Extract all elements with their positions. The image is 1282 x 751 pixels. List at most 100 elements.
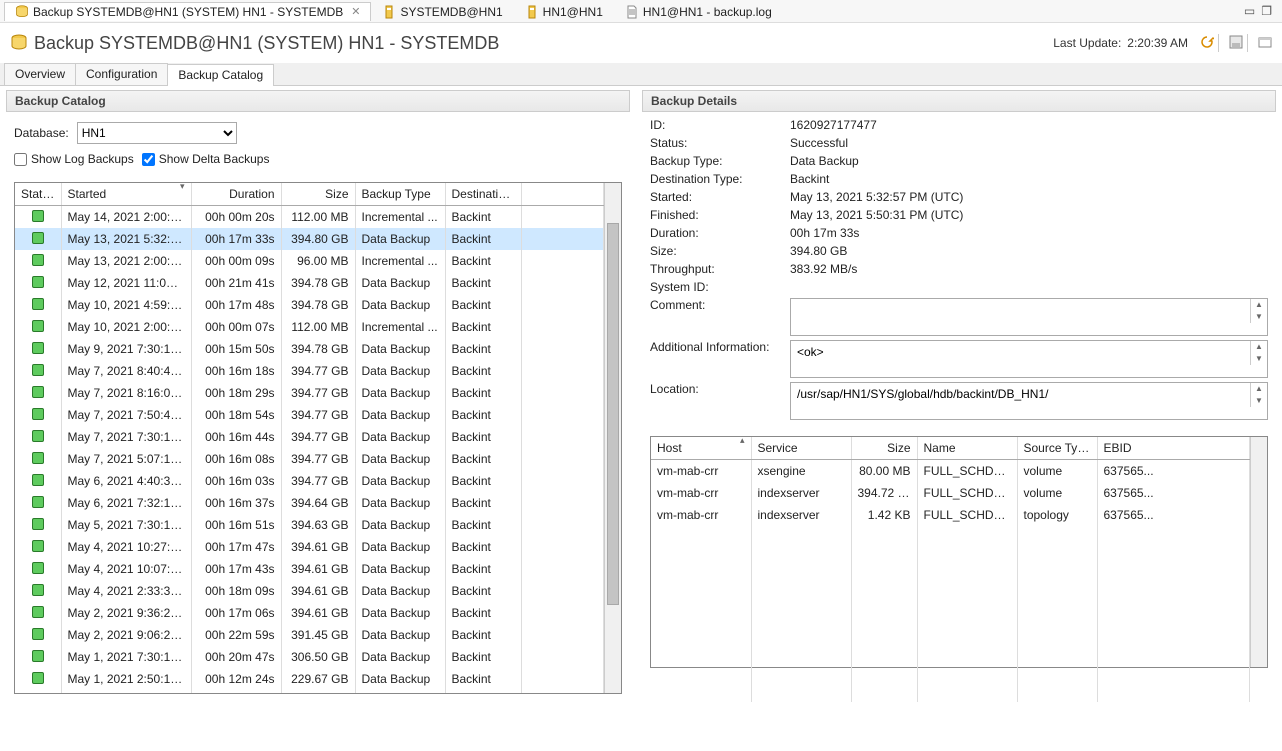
- backup-catalog-header: Backup Catalog: [6, 90, 630, 112]
- status-success-icon: [32, 628, 44, 640]
- show-log-backups-checkbox[interactable]: Show Log Backups: [14, 152, 134, 166]
- col-header[interactable]: Backup Type: [355, 183, 445, 206]
- editor-tab[interactable]: SYSTEMDB@HN1: [371, 2, 513, 21]
- table-row[interactable]: May 4, 2021 10:07:13...00h 17m 43s394.61…: [15, 558, 604, 580]
- size-label: Size:: [650, 244, 780, 258]
- status-success-icon: [32, 232, 44, 244]
- col-header[interactable]: EBID: [1097, 437, 1250, 460]
- table-row[interactable]: May 13, 2021 5:32:57...00h 17m 33s394.80…: [15, 228, 604, 250]
- status-success-icon: [32, 408, 44, 420]
- editor-tab-label: HN1@HN1: [543, 5, 603, 19]
- col-header[interactable]: Started▾: [61, 183, 191, 206]
- table-row[interactable]: May 10, 2021 2:00:14...00h 00m 07s112.00…: [15, 316, 604, 338]
- table-row[interactable]: May 13, 2021 2:00:13...00h 00m 09s96.00 …: [15, 250, 604, 272]
- table-row[interactable]: May 5, 2021 7:30:13 ...00h 16m 51s394.63…: [15, 514, 604, 536]
- table-row[interactable]: May 10, 2021 4:59:10...00h 17m 48s394.78…: [15, 294, 604, 316]
- table-row[interactable]: May 2, 2021 9:36:20 ...00h 17m 06s394.61…: [15, 602, 604, 624]
- comment-input[interactable]: ▲▼: [790, 298, 1268, 336]
- tab-overview[interactable]: Overview: [4, 63, 76, 85]
- spin-up-icon[interactable]: ▲: [1251, 341, 1267, 353]
- table-row-empty: [651, 548, 1250, 570]
- spin-down-icon[interactable]: ▼: [1251, 311, 1267, 323]
- backup-type-label: Backup Type:: [650, 154, 780, 168]
- status-success-icon: [32, 210, 44, 222]
- finished-value: May 13, 2021 5:50:31 PM (UTC): [790, 208, 1268, 222]
- table-row[interactable]: May 6, 2021 7:32:12 ...00h 16m 37s394.64…: [15, 492, 604, 514]
- status-success-icon: [32, 430, 44, 442]
- status-value: Successful: [790, 136, 1268, 150]
- col-header[interactable]: Size: [851, 437, 917, 460]
- database-select[interactable]: HN1: [77, 122, 237, 144]
- throughput-value: 383.92 MB/s: [790, 262, 1268, 276]
- minimize-icon[interactable]: ▭: [1244, 4, 1255, 18]
- editor-tab[interactable]: Backup SYSTEMDB@HN1 (SYSTEM) HN1 - SYSTE…: [4, 2, 371, 21]
- col-header[interactable]: Duration: [191, 183, 281, 206]
- spin-up-icon[interactable]: ▲: [1251, 299, 1267, 311]
- editor-tab-label: HN1@HN1 - backup.log: [643, 5, 772, 19]
- status-success-icon: [32, 562, 44, 574]
- table-row[interactable]: vm-mab-crrindexserver394.72 GBFULL_SCHD_…: [651, 482, 1250, 504]
- col-header[interactable]: Size: [281, 183, 355, 206]
- table-row[interactable]: May 7, 2021 8:40:47 ...00h 16m 18s394.77…: [15, 360, 604, 382]
- table-row[interactable]: May 12, 2021 11:09:5...00h 21m 41s394.78…: [15, 272, 604, 294]
- backup-icon: [15, 5, 29, 19]
- table-row[interactable]: May 9, 2021 7:30:13 ...00h 15m 50s394.78…: [15, 338, 604, 360]
- tab-configuration[interactable]: Configuration: [75, 63, 168, 85]
- started-value: May 13, 2021 5:32:57 PM (UTC): [790, 190, 1268, 204]
- table-row[interactable]: May 6, 2021 4:40:30 ...00h 16m 03s394.77…: [15, 470, 604, 492]
- additional-label: Additional Information:: [650, 340, 780, 354]
- location-input[interactable]: /usr/sap/HN1/SYS/global/hdb/backint/DB_H…: [790, 382, 1268, 420]
- table-row[interactable]: May 2, 2021 9:06:25 ...00h 22m 59s391.45…: [15, 624, 604, 646]
- col-header[interactable]: Name: [917, 437, 1017, 460]
- col-header[interactable]: Host▴: [651, 437, 751, 460]
- table-row[interactable]: May 7, 2021 7:30:13 ...00h 16m 44s394.77…: [15, 426, 604, 448]
- save-icon[interactable]: [1229, 35, 1243, 52]
- maximize-icon[interactable]: ❐: [1261, 4, 1272, 18]
- catalog-scrollbar[interactable]: [604, 183, 621, 693]
- backup-details-header: Backup Details: [642, 90, 1276, 112]
- table-row-empty: [651, 636, 1250, 658]
- status-success-icon: [32, 496, 44, 508]
- table-row[interactable]: May 1, 2021 2:50:12 ...00h 12m 24s229.67…: [15, 668, 604, 690]
- refresh-icon[interactable]: [1200, 35, 1214, 52]
- spin-down-icon[interactable]: ▼: [1251, 353, 1267, 365]
- table-row[interactable]: May 7, 2021 7:50:48 ...00h 18m 54s394.77…: [15, 404, 604, 426]
- id-value: 1620927177477: [790, 118, 1268, 132]
- duration-label: Duration:: [650, 226, 780, 240]
- table-row[interactable]: May 1, 2021 7:30:14 ...00h 20m 47s306.50…: [15, 646, 604, 668]
- table-row[interactable]: May 7, 2021 5:07:14 ...00h 16m 08s394.77…: [15, 448, 604, 470]
- close-icon[interactable]: ✕: [351, 5, 360, 18]
- col-header[interactable]: Service: [751, 437, 851, 460]
- editor-tab-label: Backup SYSTEMDB@HN1 (SYSTEM) HN1 - SYSTE…: [33, 5, 343, 19]
- spin-up-icon[interactable]: ▲: [1251, 383, 1267, 395]
- table-row[interactable]: May 7, 2021 8:16:03 ...00h 18m 29s394.77…: [15, 382, 604, 404]
- col-header[interactable]: Destination...: [445, 183, 521, 206]
- editor-tab[interactable]: HN1@HN1: [514, 2, 614, 21]
- system-icon: [525, 5, 539, 19]
- table-row[interactable]: May 4, 2021 10:27:57...00h 17m 47s394.61…: [15, 536, 604, 558]
- location-label: Location:: [650, 382, 780, 396]
- additional-input[interactable]: <ok>▲▼: [790, 340, 1268, 378]
- status-success-icon: [32, 276, 44, 288]
- col-header[interactable]: Status: [15, 183, 61, 206]
- hosts-table[interactable]: Host▴ServiceSizeNameSource TypeEBID vm-m…: [651, 437, 1250, 702]
- status-success-icon: [32, 518, 44, 530]
- show-delta-backups-checkbox[interactable]: Show Delta Backups: [142, 152, 270, 166]
- table-row[interactable]: vm-mab-crrindexserver1.42 KBFULL_SCHD_d.…: [651, 504, 1250, 526]
- table-row-empty: [651, 592, 1250, 614]
- table-row[interactable]: May 14, 2021 2:00:13...00h 00m 20s112.00…: [15, 206, 604, 229]
- table-row[interactable]: May 1, 2021 4:16:24 ...00h 11m 48s135.56…: [15, 690, 604, 693]
- hosts-scrollbar[interactable]: [1250, 437, 1267, 667]
- editor-tab[interactable]: HN1@HN1 - backup.log: [614, 2, 783, 21]
- table-row[interactable]: May 4, 2021 2:33:39 ...00h 18m 09s394.61…: [15, 580, 604, 602]
- spin-down-icon[interactable]: ▼: [1251, 395, 1267, 407]
- comment-label: Comment:: [650, 298, 780, 312]
- status-success-icon: [32, 540, 44, 552]
- page-title: Backup SYSTEMDB@HN1 (SYSTEM) HN1 - SYSTE…: [34, 33, 499, 54]
- tab-backup-catalog[interactable]: Backup Catalog: [167, 64, 274, 86]
- status-success-icon: [32, 342, 44, 354]
- table-row[interactable]: vm-mab-crrxsengine80.00 MBFULL_SCHD_d...…: [651, 460, 1250, 483]
- catalog-table[interactable]: StatusStarted▾DurationSizeBackup TypeDes…: [15, 183, 604, 693]
- open-icon[interactable]: [1258, 35, 1272, 52]
- col-header[interactable]: Source Type: [1017, 437, 1097, 460]
